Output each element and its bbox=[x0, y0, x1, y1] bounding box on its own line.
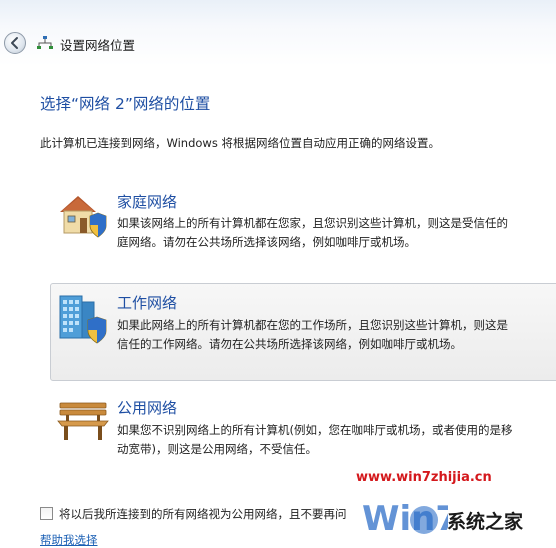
window-header: 设置网络位置 bbox=[0, 0, 556, 66]
treat-as-public-checkbox[interactable] bbox=[40, 507, 53, 520]
network-icon bbox=[37, 36, 53, 49]
home-network-desc-line: 如果该网络上的所有计算机都在您家，且您识别这些计算机，则这是受信任的 bbox=[117, 216, 508, 230]
work-network-desc-line: 信任的工作网络。请勿在公共场所选择该网络，例如咖啡厅或机场。 bbox=[117, 337, 462, 351]
checkbox-label: 将以后我所连接到的所有网络视为公用网络，且不要再问 bbox=[59, 507, 347, 521]
page-description: 此计算机已连接到网络，Windows 将根据网络位置自动应用正确的网络设置。 bbox=[40, 136, 440, 150]
work-network-title: 工作网络 bbox=[117, 294, 178, 312]
home-network-option[interactable]: 家庭网络 如果该网络上的所有计算机都在您家，且您识别这些计算机，则这是受信任的 … bbox=[50, 183, 556, 271]
window-title: 设置网络位置 bbox=[60, 38, 136, 53]
house-shield-icon bbox=[60, 196, 107, 238]
public-network-desc-line: 动宽带)，则这是公用网络，不受信任。 bbox=[117, 442, 317, 456]
work-network-desc-line: 如果此网络上的所有计算机都在您的工作场所，且您识别这些计算机，则这是 bbox=[117, 318, 508, 332]
back-arrow-icon bbox=[11, 37, 18, 49]
home-network-title: 家庭网络 bbox=[117, 193, 178, 211]
work-network-option[interactable]: 工作网络 如果此网络上的所有计算机都在您的工作场所，且您识别这些计算机，则这是 … bbox=[50, 283, 556, 381]
public-network-desc-line: 如果您不识别网络上的所有计算机(例如，您在咖啡厅或机场，或者使用的是移 bbox=[117, 423, 513, 437]
back-button[interactable] bbox=[4, 32, 26, 54]
home-network-description: 如果该网络上的所有计算机都在您家，且您识别这些计算机，则这是受信任的 庭网络。请… bbox=[117, 214, 508, 252]
public-network-checkbox-row[interactable]: 将以后我所连接到的所有网络视为公用网络，且不要再问 bbox=[40, 506, 347, 522]
office-building-shield-icon bbox=[59, 295, 107, 344]
park-bench-icon bbox=[57, 402, 109, 440]
page-heading: 选择“网络 2”网络的位置 bbox=[40, 95, 211, 113]
home-network-desc-line: 庭网络。请勿在公共场所选择该网络，例如咖啡厅或机场。 bbox=[117, 235, 416, 249]
work-network-description: 如果此网络上的所有计算机都在您的工作场所，且您识别这些计算机，则这是 信任的工作… bbox=[117, 316, 508, 354]
public-network-description: 如果您不识别网络上的所有计算机(例如，您在咖啡厅或机场，或者使用的是移 动宽带)… bbox=[117, 421, 512, 459]
watermark-site-name: 系统之家 bbox=[447, 511, 524, 533]
public-network-option[interactable]: 公用网络 如果您不识别网络上的所有计算机(例如，您在咖啡厅或机场，或者使用的是移… bbox=[50, 388, 556, 468]
help-me-choose-link[interactable]: 帮助我选择 bbox=[40, 532, 98, 548]
public-network-title: 公用网络 bbox=[117, 399, 178, 417]
win7-logo-watermark: Win7 bbox=[362, 499, 448, 539]
